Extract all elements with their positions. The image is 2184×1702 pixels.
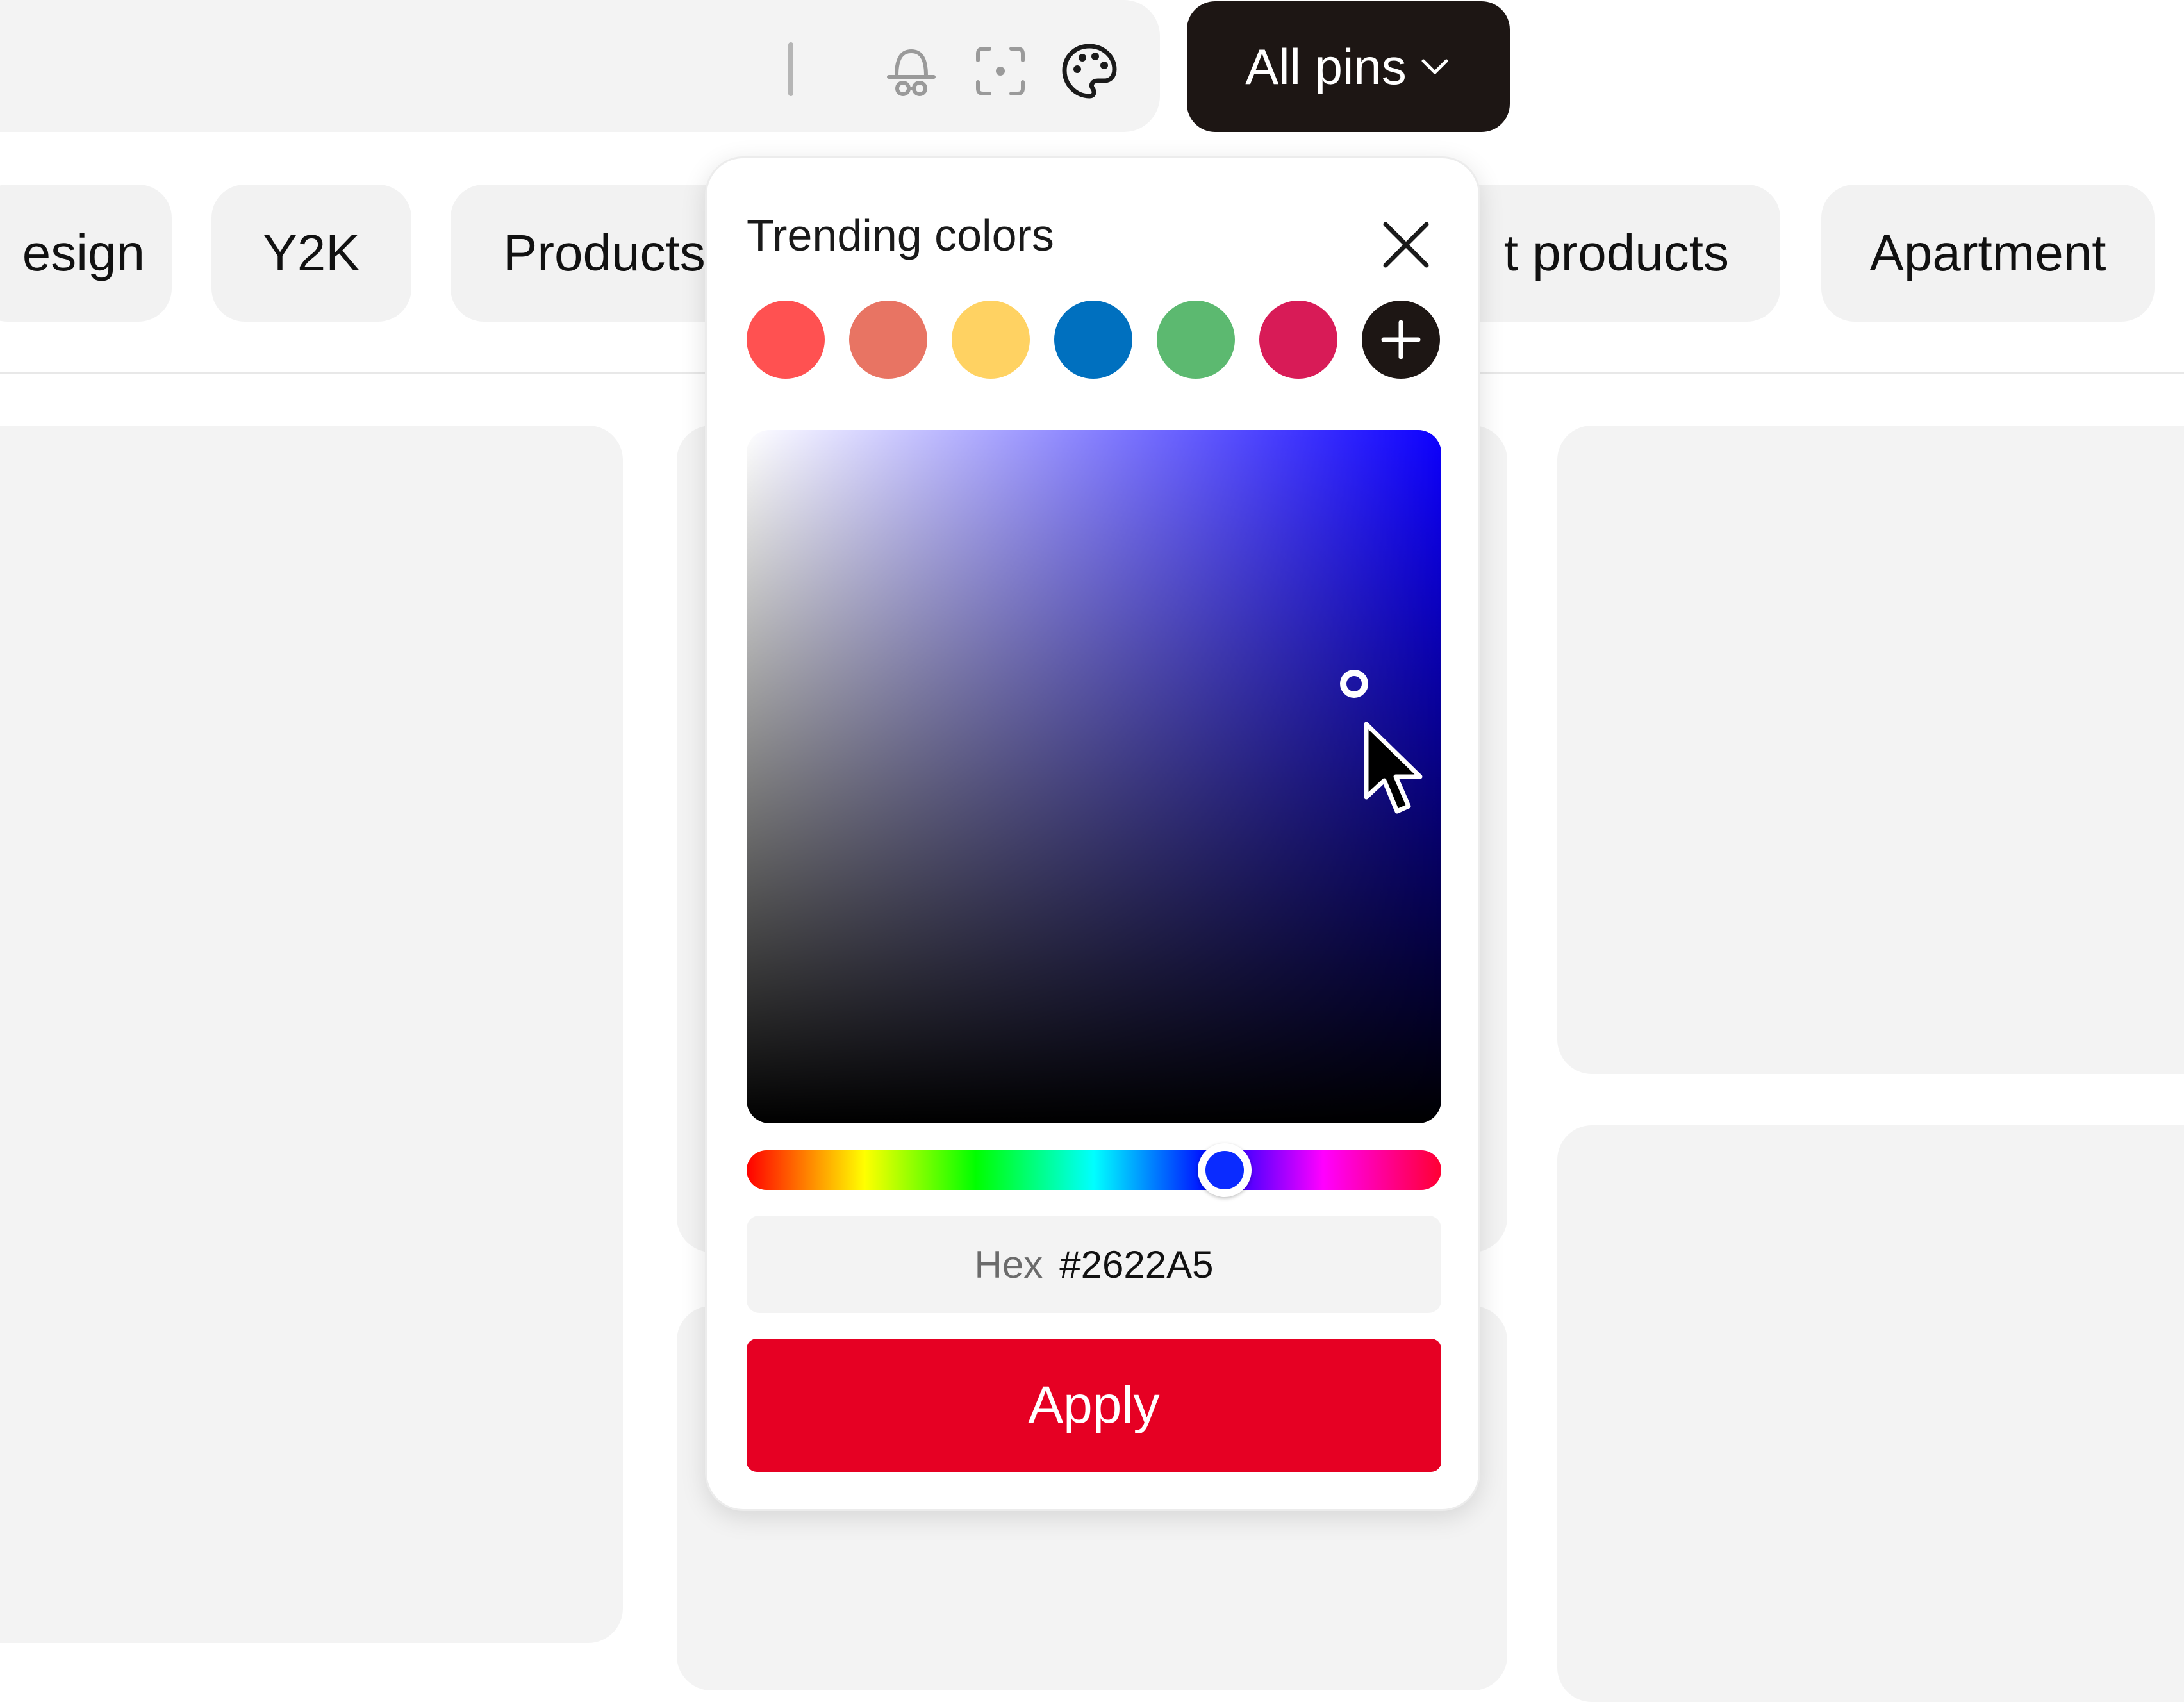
chevron-down-icon bbox=[1421, 59, 1448, 74]
chip-label: Apartment bbox=[1869, 224, 2106, 281]
chip-label: Y2K bbox=[263, 224, 360, 281]
pin-card[interactable] bbox=[1557, 1125, 2184, 1702]
hue-slider-handle[interactable] bbox=[1198, 1143, 1252, 1197]
saturation-value-picker[interactable] bbox=[747, 430, 1441, 1123]
all-pins-label: All pins bbox=[1245, 38, 1407, 95]
mouse-pointer-icon bbox=[1364, 722, 1423, 814]
add-color-button[interactable] bbox=[1362, 301, 1440, 379]
hex-input[interactable]: Hex #2622A5 bbox=[747, 1216, 1441, 1313]
pin-card[interactable] bbox=[1557, 426, 2184, 1074]
chip-design[interactable]: esign bbox=[0, 185, 172, 322]
chip-products-2[interactable]: t products bbox=[1441, 185, 1780, 322]
popover-title: Trending colors bbox=[747, 210, 1054, 260]
color-picker-popover: Trending colors Hex #2622A5 Apply bbox=[705, 156, 1480, 1511]
saturation-handle[interactable] bbox=[1340, 670, 1368, 698]
lens-icon[interactable] bbox=[965, 36, 1036, 106]
hex-label: Hex bbox=[974, 1243, 1043, 1286]
swatch-blue[interactable] bbox=[1054, 301, 1132, 379]
chip-apartment[interactable]: Apartment bbox=[1821, 185, 2155, 322]
chip-label: Products bbox=[503, 224, 706, 281]
chip-y2k[interactable]: Y2K bbox=[211, 185, 411, 322]
apply-button[interactable]: Apply bbox=[747, 1339, 1441, 1472]
text-cursor-divider bbox=[788, 42, 793, 96]
swatch-coral[interactable] bbox=[849, 301, 927, 379]
chip-label: t products bbox=[1503, 224, 1729, 281]
pin-card[interactable] bbox=[0, 426, 623, 1643]
hue-slider[interactable] bbox=[747, 1143, 1441, 1197]
swatch-crimson[interactable] bbox=[1259, 301, 1337, 379]
close-button[interactable] bbox=[1371, 210, 1441, 280]
hex-value[interactable]: #2622A5 bbox=[1059, 1243, 1213, 1287]
plus-icon bbox=[1381, 320, 1421, 359]
swatch-green[interactable] bbox=[1157, 301, 1235, 379]
chip-products[interactable]: Products bbox=[451, 185, 745, 322]
swatch-yellow[interactable] bbox=[952, 301, 1030, 379]
palette-icon[interactable] bbox=[1054, 36, 1125, 106]
all-pins-dropdown-button[interactable]: All pins bbox=[1187, 1, 1510, 132]
chip-label: esign bbox=[22, 224, 145, 281]
swatch-red[interactable] bbox=[747, 301, 825, 379]
close-icon bbox=[1383, 222, 1429, 268]
incognito-icon[interactable] bbox=[876, 36, 947, 106]
